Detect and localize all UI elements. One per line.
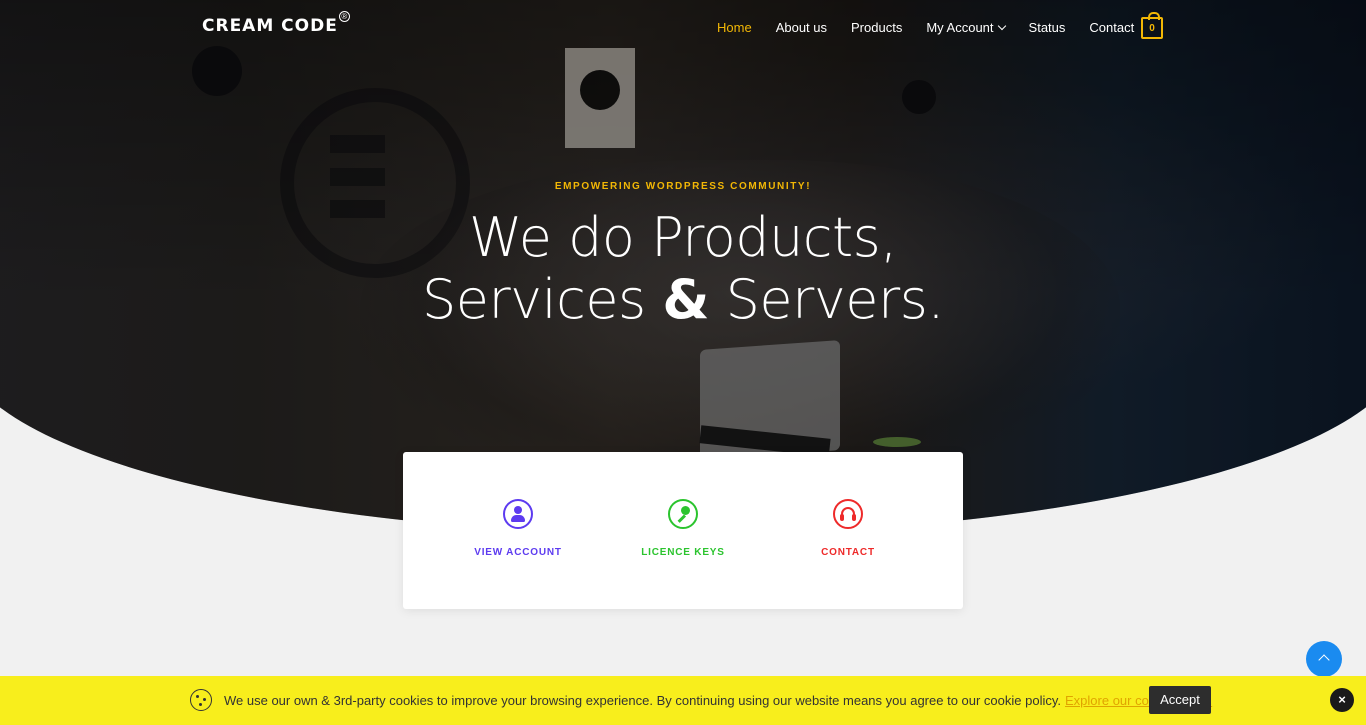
cookie-banner: We use our own & 3rd-party cookies to im… (0, 676, 1366, 725)
nav-my-account[interactable]: My Account (926, 20, 1006, 35)
hero-headline: We do Products, Services & Servers. (0, 207, 1366, 331)
hero-headline-ampersand: & (662, 268, 709, 331)
close-icon[interactable]: × (1330, 688, 1354, 712)
cookie-message: We use our own & 3rd-party cookies to im… (224, 693, 1212, 708)
nav-contact[interactable]: Contact (1089, 20, 1134, 35)
registered-mark: ® (338, 11, 350, 22)
headphones-icon (833, 499, 863, 529)
quick-link-label: VIEW ACCOUNT (474, 547, 562, 558)
nav-about-us[interactable]: About us (776, 20, 827, 35)
accept-cookies-button[interactable]: Accept (1149, 686, 1211, 714)
cart-count: 0 (1149, 23, 1155, 34)
quick-link-contact[interactable]: CONTACT (778, 499, 918, 558)
cart-bag-icon[interactable]: 0 (1141, 12, 1163, 39)
quick-link-label: CONTACT (821, 547, 875, 558)
nav-status[interactable]: Status (1029, 20, 1066, 35)
nav-home[interactable]: Home (717, 20, 752, 35)
quick-link-view-account[interactable]: VIEW ACCOUNT (448, 499, 588, 558)
logo-text: CREAM CODE (202, 16, 338, 36)
nav-my-account-label: My Account (926, 20, 994, 35)
hero-headline-services: Services (421, 268, 646, 331)
hero-headline-line2: Services & Servers. (0, 269, 1366, 331)
chevron-down-icon (997, 21, 1006, 31)
quick-links-card: VIEW ACCOUNT LICENCE KEYS CONTACT (403, 452, 963, 609)
site-header: CREAM CODE ® Home About us Products My A… (0, 0, 1366, 56)
scroll-to-top-button[interactable] (1306, 641, 1342, 677)
hero-headline-line1: We do Products, (469, 206, 897, 269)
key-icon (668, 499, 698, 529)
nav-products[interactable]: Products (851, 20, 902, 35)
site-logo[interactable]: CREAM CODE ® (202, 11, 350, 36)
hero-headline-servers: Servers. (725, 268, 945, 331)
hero-kicker: EMPOWERING WORDPRESS COMMUNITY! (554, 181, 812, 192)
cookie-icon (190, 689, 212, 711)
main-nav: Home About us Products My Account Status… (717, 20, 1158, 35)
cookie-message-text: We use our own & 3rd-party cookies to im… (224, 693, 1062, 708)
quick-link-label: LICENCE KEYS (641, 547, 725, 558)
user-icon (503, 499, 533, 529)
quick-link-licence-keys[interactable]: LICENCE KEYS (613, 499, 753, 558)
